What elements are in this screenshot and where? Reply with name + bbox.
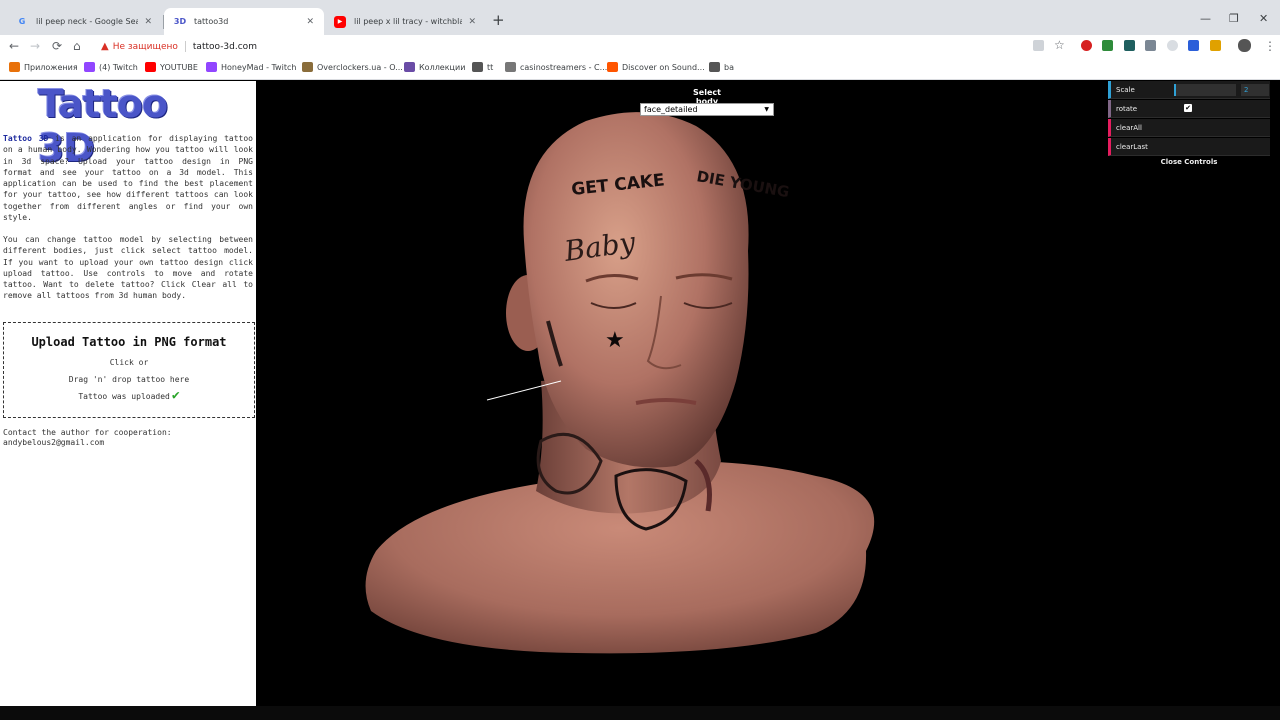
bookmark-collections[interactable]: Коллекции (404, 62, 465, 72)
close-window-icon[interactable]: ✕ (1259, 12, 1268, 25)
bookmarks-bar: Приложения (4) Twitch YOUTUBE HoneyMad -… (0, 58, 1280, 80)
new-tab-button[interactable]: + (492, 13, 505, 28)
rotate-control[interactable]: rotate ✔ (1108, 100, 1270, 118)
tab-tattoo3d[interactable]: 3D tattoo3d ✕ (164, 8, 324, 35)
omnibox-separator (184, 41, 186, 52)
upload-click-hint: Click or (109, 358, 149, 367)
intro-paragraph: Tattoo 3D is an application for displayi… (3, 133, 253, 223)
apps-grid-icon (9, 62, 20, 72)
brand-name: Tattoo 3D (3, 134, 49, 143)
star-tattoo: ★ (605, 328, 625, 353)
overclockers-icon (302, 62, 313, 72)
bookmark-apps[interactable]: Приложения (9, 62, 78, 72)
rotate-label: rotate (1116, 105, 1138, 113)
bookmark-youtube[interactable]: YOUTUBE (145, 62, 198, 72)
bookmark-honeymad[interactable]: HoneyMad - Twitch (206, 62, 296, 72)
profile-avatar[interactable] (1238, 39, 1251, 52)
upload-dropzone[interactable]: Upload Tattoo in PNG format Click or Dra… (3, 322, 255, 418)
opera-extension-icon[interactable] (1081, 40, 1092, 51)
tab-strip: G lil peep neck - Google Search ✕ 3D tat… (0, 0, 1280, 35)
twitch-icon (206, 62, 217, 72)
bottom-bar (0, 706, 1280, 720)
minimize-icon[interactable]: — (1200, 12, 1211, 25)
back-icon[interactable]: ← (9, 39, 19, 53)
body-select-dropdown[interactable]: face_detailed ▼ (640, 103, 774, 116)
youtube-icon: ▶ (334, 15, 346, 28)
home-icon[interactable]: ⌂ (73, 39, 81, 53)
translate-icon[interactable] (1033, 40, 1044, 51)
warning-icon: ▲ (101, 41, 109, 52)
check-icon: ✔ (171, 388, 180, 403)
contact-label: Contact the author for cooperation: (3, 428, 172, 437)
scale-control: Scale 2 (1108, 81, 1270, 99)
contact-email[interactable]: andybelous2@gmail.com (3, 438, 172, 448)
twitch-icon (84, 62, 95, 72)
3d-viewport[interactable]: GET CAKE DIE YOUNG Baby ★ Select body fa… (256, 81, 1280, 706)
tattoo3d-favicon-icon: 3D (173, 17, 187, 26)
url-text[interactable]: tattoo-3d.com (193, 42, 257, 52)
reload-icon[interactable]: ⟳ (52, 39, 62, 53)
intro-text: is an application for displaying tattoo … (3, 134, 254, 223)
contact-info: Contact the author for cooperation: andy… (3, 428, 172, 448)
bookmark-twitch[interactable]: (4) Twitch (84, 62, 138, 72)
clear-last-label: clearLast (1116, 143, 1148, 151)
tab-title: lil peep x lil tracy - witchblades (a (354, 17, 463, 26)
info-sidebar: Tattoo 3D Tattoo 3D is an application fo… (0, 81, 256, 706)
upload-title: Upload Tattoo in PNG format (31, 335, 227, 349)
extension-teal-icon[interactable] (1124, 40, 1135, 51)
tab-title: lil peep neck - Google Search (36, 17, 139, 26)
body-select-value: face_detailed (644, 105, 698, 114)
scale-label: Scale (1116, 86, 1135, 94)
browser-menu-icon[interactable]: ⋮ (1264, 39, 1276, 53)
instructions-paragraph: You can change tattoo model by selecting… (3, 235, 253, 301)
bookmark-ba[interactable]: ba (709, 62, 734, 72)
bookmark-tt[interactable]: tt (472, 62, 493, 72)
security-status[interactable]: Не защищено (113, 42, 178, 52)
extension-off-icon[interactable] (1210, 40, 1221, 51)
controls-panel: Scale 2 rotate ✔ clearAll clearLast Clos… (1108, 81, 1270, 167)
address-bar[interactable]: ▲ Не защищено tattoo-3d.com (92, 36, 1068, 57)
extension-green-icon[interactable] (1102, 40, 1113, 51)
rotate-checkbox[interactable]: ✔ (1184, 104, 1192, 112)
close-tab-icon[interactable]: ✕ (306, 17, 314, 27)
youtube-icon (145, 62, 156, 72)
bookmark-soundcloud[interactable]: Discover on Sound... (607, 62, 705, 72)
tab-title: tattoo3d (194, 17, 229, 26)
extension-id-icon[interactable] (1188, 40, 1199, 51)
extension-recycle-icon[interactable] (1145, 40, 1156, 51)
clear-all-label: clearAll (1116, 124, 1142, 132)
restore-icon[interactable]: ❐ (1229, 12, 1239, 25)
bookmark-overclockers[interactable]: Overclockers.ua - O... (302, 62, 403, 72)
bookmark-casinostreamers[interactable]: casinostreamers - C... (505, 62, 607, 72)
upload-status-row: Tattoo was uploaded ✔ (4, 384, 254, 403)
upload-drag-hint: Drag 'n' drop tattoo here (68, 375, 190, 384)
google-icon: G (18, 17, 26, 26)
soundcloud-icon (607, 62, 618, 72)
scale-value-input[interactable]: 2 (1241, 84, 1269, 96)
dropdown-arrow-icon: ▼ (764, 106, 769, 113)
globe-icon (709, 62, 720, 72)
bookmark-star-icon[interactable]: ☆ (1054, 38, 1065, 52)
scale-slider[interactable] (1174, 84, 1236, 96)
tab-google-search[interactable]: G lil peep neck - Google Search ✕ (6, 8, 162, 35)
collections-icon (404, 62, 415, 72)
close-tab-icon[interactable]: ✕ (144, 17, 152, 27)
clear-all-button[interactable]: clearAll (1108, 119, 1270, 137)
casino-icon (505, 62, 516, 72)
upload-status: Tattoo was uploaded (78, 392, 170, 401)
scale-slider-fill (1174, 84, 1176, 96)
globe-icon (472, 62, 483, 72)
close-tab-icon[interactable]: ✕ (468, 17, 476, 27)
forward-icon[interactable]: → (30, 39, 40, 53)
3d-head-model[interactable]: GET CAKE DIE YOUNG Baby ★ (256, 81, 1280, 706)
tab-youtube[interactable]: ▶ lil peep x lil tracy - witchblades (a … (324, 8, 486, 35)
browser-toolbar: ← → ⟳ ⌂ ▲ Не защищено tattoo-3d.com ☆ ⋮ (0, 35, 1280, 58)
site-logo[interactable]: Tattoo 3D (38, 82, 202, 170)
extension-white-icon[interactable] (1167, 40, 1178, 51)
close-controls-button[interactable]: Close Controls (1108, 157, 1270, 167)
clear-last-button[interactable]: clearLast (1108, 138, 1270, 156)
